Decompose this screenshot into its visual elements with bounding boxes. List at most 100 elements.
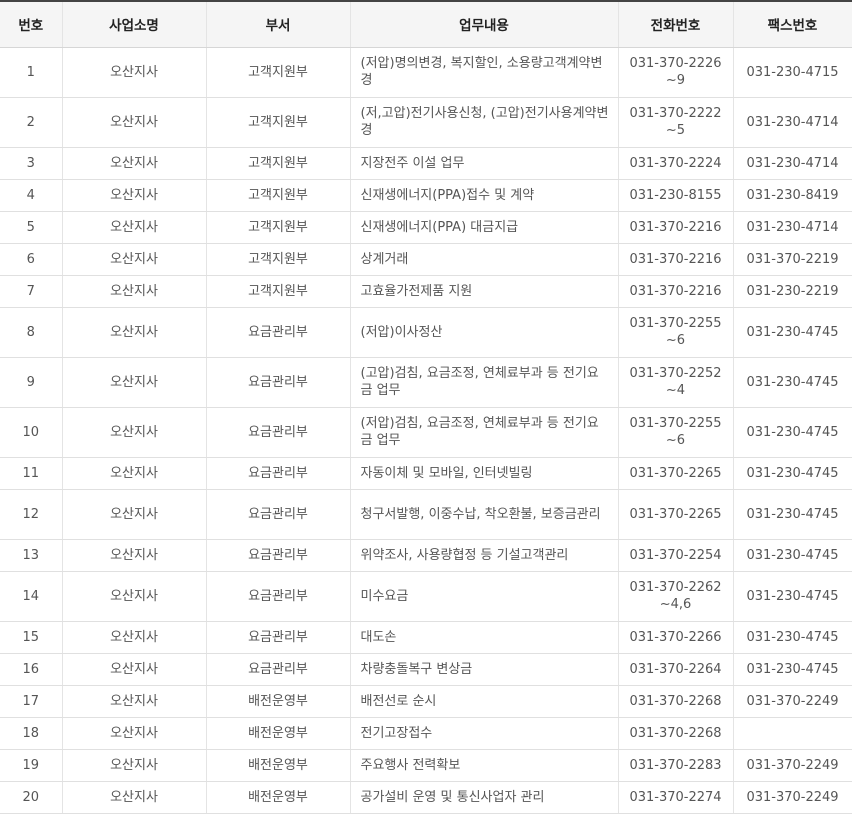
table-row: 7 오산지사 고객지원부 고효율가전제품 지원 031-370-2216 031… — [0, 275, 852, 308]
contact-table-container: 번호 사업소명 부서 업무내용 전화번호 팩스번호 1 오산지사 고객지원부 (… — [0, 0, 852, 814]
cell-work: 신재생에너지(PPA)접수 및 계약 — [349, 179, 618, 212]
cell-office: 오산지사 — [61, 357, 206, 408]
cell-office: 오산지사 — [61, 717, 206, 750]
cell-department: 배전운영부 — [205, 781, 350, 814]
cell-office: 오산지사 — [61, 243, 206, 276]
cell-work: 미수요금 — [349, 571, 618, 622]
cell-work: 주요행사 전력확보 — [349, 749, 618, 782]
table-row: 11 오산지사 요금관리부 자동이체 및 모바일, 인터넷빌링 031-370-… — [0, 457, 852, 490]
cell-office: 오산지사 — [61, 147, 206, 180]
cell-number: 1 — [0, 47, 62, 98]
cell-work: 고효율가전제품 지원 — [349, 275, 618, 308]
cell-work: 신재생에너지(PPA) 대금지급 — [349, 211, 618, 244]
cell-number: 16 — [0, 653, 62, 686]
cell-number: 19 — [0, 749, 62, 782]
cell-fax: 031-230-4745 — [732, 407, 852, 458]
table-row: 6 오산지사 고객지원부 상계거래 031-370-2216 031-370-2… — [0, 243, 852, 276]
cell-work: (고압)검침, 요금조정, 연체료부과 등 전기요금 업무 — [349, 357, 618, 408]
cell-fax — [732, 717, 852, 750]
table-row: 20 오산지사 배전운영부 공가설비 운영 및 통신사업자 관리 031-370… — [0, 781, 852, 814]
header-phone: 전화번호 — [617, 0, 733, 48]
cell-office: 오산지사 — [61, 97, 206, 148]
table-row: 14 오산지사 요금관리부 미수요금 031-370-2262 ~4,6 031… — [0, 571, 852, 622]
cell-department: 고객지원부 — [205, 211, 350, 244]
cell-department: 배전운영부 — [205, 685, 350, 718]
table-row: 19 오산지사 배전운영부 주요행사 전력확보 031-370-2283 031… — [0, 749, 852, 782]
cell-department: 고객지원부 — [205, 147, 350, 180]
header-department: 부서 — [205, 0, 350, 48]
cell-number: 12 — [0, 489, 62, 540]
cell-office: 오산지사 — [61, 621, 206, 654]
cell-number: 6 — [0, 243, 62, 276]
cell-department: 요금관리부 — [205, 621, 350, 654]
cell-work: 전기고장접수 — [349, 717, 618, 750]
cell-department: 요금관리부 — [205, 307, 350, 358]
cell-office: 오산지사 — [61, 47, 206, 98]
cell-fax: 031-370-2249 — [732, 685, 852, 718]
cell-office: 오산지사 — [61, 539, 206, 572]
cell-number: 7 — [0, 275, 62, 308]
cell-number: 2 — [0, 97, 62, 148]
header-number: 번호 — [0, 0, 62, 48]
cell-work: 상계거래 — [349, 243, 618, 276]
cell-phone: 031-370-2266 — [617, 621, 733, 654]
cell-department: 고객지원부 — [205, 47, 350, 98]
cell-phone: 031-370-2262 ~4,6 — [617, 571, 733, 622]
cell-office: 오산지사 — [61, 211, 206, 244]
cell-department: 배전운영부 — [205, 749, 350, 782]
cell-department: 요금관리부 — [205, 407, 350, 458]
cell-work: (저압)검침, 요금조정, 연체료부과 등 전기요금 업무 — [349, 407, 618, 458]
cell-fax: 031-230-8419 — [732, 179, 852, 212]
cell-phone: 031-370-2222 ~5 — [617, 97, 733, 148]
cell-number: 14 — [0, 571, 62, 622]
cell-office: 오산지사 — [61, 489, 206, 540]
cell-office: 오산지사 — [61, 407, 206, 458]
table-row: 5 오산지사 고객지원부 신재생에너지(PPA) 대금지급 031-370-22… — [0, 211, 852, 244]
cell-number: 5 — [0, 211, 62, 244]
table-row: 3 오산지사 고객지원부 지장전주 이설 업무 031-370-2224 031… — [0, 147, 852, 180]
table-row: 15 오산지사 요금관리부 대도손 031-370-2266 031-230-4… — [0, 621, 852, 654]
table-row: 10 오산지사 요금관리부 (저압)검침, 요금조정, 연체료부과 등 전기요금… — [0, 407, 852, 458]
cell-fax: 031-230-4745 — [732, 653, 852, 686]
cell-work: (저압)이사정산 — [349, 307, 618, 358]
cell-fax: 031-370-2219 — [732, 243, 852, 276]
cell-phone: 031-370-2254 — [617, 539, 733, 572]
header-work: 업무내용 — [349, 0, 618, 48]
cell-number: 13 — [0, 539, 62, 572]
cell-fax: 031-230-4745 — [732, 457, 852, 490]
cell-work: 지장전주 이설 업무 — [349, 147, 618, 180]
cell-phone: 031-370-2252 ~4 — [617, 357, 733, 408]
cell-office: 오산지사 — [61, 749, 206, 782]
cell-number: 18 — [0, 717, 62, 750]
cell-department: 고객지원부 — [205, 243, 350, 276]
cell-phone: 031-230-8155 — [617, 179, 733, 212]
cell-fax: 031-370-2249 — [732, 749, 852, 782]
cell-office: 오산지사 — [61, 275, 206, 308]
table-row: 18 오산지사 배전운영부 전기고장접수 031-370-2268 — [0, 717, 852, 750]
table-row: 8 오산지사 요금관리부 (저압)이사정산 031-370-2255 ~6 03… — [0, 307, 852, 358]
cell-department: 요금관리부 — [205, 489, 350, 540]
header-fax: 팩스번호 — [732, 0, 852, 48]
cell-phone: 031-370-2265 — [617, 489, 733, 540]
cell-fax: 031-370-2249 — [732, 781, 852, 814]
cell-phone: 031-370-2226 ~9 — [617, 47, 733, 98]
cell-fax: 031-230-4745 — [732, 571, 852, 622]
cell-phone: 031-370-2255 ~6 — [617, 407, 733, 458]
cell-department: 고객지원부 — [205, 179, 350, 212]
table-row: 9 오산지사 요금관리부 (고압)검침, 요금조정, 연체료부과 등 전기요금 … — [0, 357, 852, 408]
cell-department: 고객지원부 — [205, 97, 350, 148]
cell-work: 공가설비 운영 및 통신사업자 관리 — [349, 781, 618, 814]
cell-work: (저,고압)전기사용신청, (고압)전기사용계약변경 — [349, 97, 618, 148]
cell-phone: 031-370-2255 ~6 — [617, 307, 733, 358]
cell-department: 고객지원부 — [205, 275, 350, 308]
table-row: 12 오산지사 요금관리부 청구서발행, 이중수납, 착오환불, 보증금관리 0… — [0, 489, 852, 540]
cell-phone: 031-370-2216 — [617, 211, 733, 244]
cell-department: 요금관리부 — [205, 357, 350, 408]
cell-phone: 031-370-2216 — [617, 243, 733, 276]
cell-fax: 031-230-4745 — [732, 307, 852, 358]
cell-fax: 031-230-2219 — [732, 275, 852, 308]
cell-office: 오산지사 — [61, 179, 206, 212]
cell-department: 배전운영부 — [205, 717, 350, 750]
cell-office: 오산지사 — [61, 653, 206, 686]
contact-table: 번호 사업소명 부서 업무내용 전화번호 팩스번호 1 오산지사 고객지원부 (… — [0, 0, 852, 814]
